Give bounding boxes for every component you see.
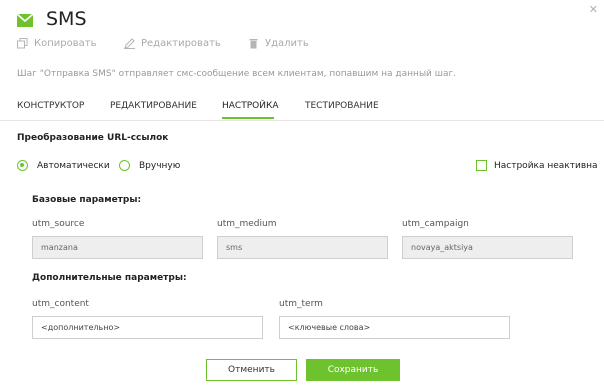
utm-source-label: utm_source bbox=[32, 219, 85, 229]
utm-content-label: utm_content bbox=[32, 299, 89, 309]
utm-medium-label: utm_medium bbox=[217, 219, 277, 229]
radio-automatic-label: Автоматически bbox=[37, 161, 110, 171]
base-params-title: Базовые параметры: bbox=[32, 195, 142, 205]
tab-settings[interactable]: НАСТРОЙКА bbox=[222, 101, 279, 111]
close-icon[interactable]: ✕ bbox=[589, 3, 598, 16]
utm-campaign-label: utm_campaign bbox=[402, 219, 469, 229]
tab-constructor[interactable]: КОНСТРУКТОР bbox=[17, 101, 84, 111]
inactive-checkbox[interactable] bbox=[476, 160, 487, 171]
cancel-button[interactable]: Отменить bbox=[206, 359, 297, 381]
page-title: SMS bbox=[46, 8, 87, 30]
tabs-divider bbox=[0, 120, 604, 121]
url-section-title: Преобразование URL-ссылок bbox=[17, 133, 169, 143]
radio-manual-label: Вручную bbox=[139, 161, 181, 171]
edit-label: Редактировать bbox=[141, 38, 221, 49]
copy-button[interactable]: Копировать bbox=[17, 38, 96, 49]
tab-editing[interactable]: РЕДАКТИРОВАНИЕ bbox=[110, 101, 197, 111]
step-description: Шаг "Отправка SMS" отправляет смс-сообще… bbox=[17, 69, 457, 79]
active-tab-indicator bbox=[222, 117, 274, 119]
pencil-icon bbox=[124, 38, 135, 49]
delete-button[interactable]: Удалить bbox=[248, 38, 309, 49]
extra-params-title: Дополнительные параметры: bbox=[32, 273, 187, 283]
envelope-icon bbox=[16, 12, 34, 27]
utm-content-input[interactable]: <дополнительно> bbox=[32, 316, 263, 339]
radio-automatic[interactable] bbox=[17, 160, 28, 171]
copy-label: Копировать bbox=[34, 38, 97, 49]
delete-label: Удалить bbox=[265, 38, 309, 49]
tab-testing[interactable]: ТЕСТИРОВАНИЕ bbox=[305, 101, 379, 111]
utm-source-field: manzana bbox=[32, 236, 203, 259]
trash-icon bbox=[249, 39, 258, 49]
save-button[interactable]: Сохранить bbox=[306, 359, 400, 381]
utm-term-input[interactable]: <ключевые слова> bbox=[279, 316, 510, 339]
utm-medium-field: sms bbox=[217, 236, 388, 259]
utm-campaign-field: novaya_aktsiya bbox=[402, 236, 573, 259]
edit-button[interactable]: Редактировать bbox=[124, 38, 221, 49]
radio-manual[interactable] bbox=[119, 160, 130, 171]
copy-icon bbox=[17, 38, 28, 49]
inactive-checkbox-label: Настройка неактивна bbox=[494, 161, 598, 171]
utm-term-label: utm_term bbox=[279, 299, 323, 309]
